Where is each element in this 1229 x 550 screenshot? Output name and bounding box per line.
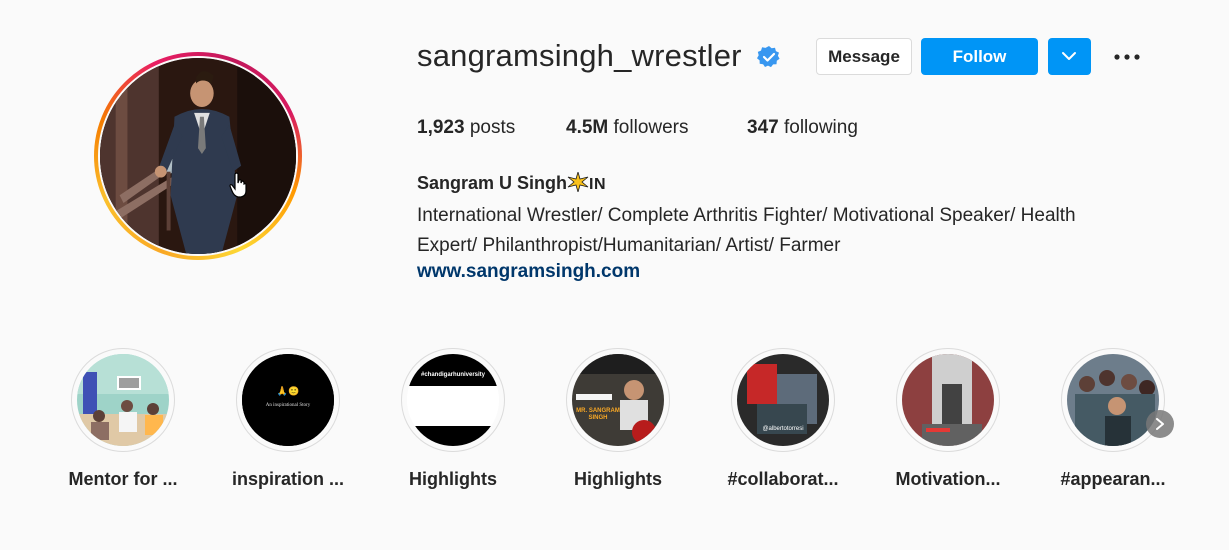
svg-text:🙏🙂: 🙏🙂 bbox=[277, 386, 299, 397]
highlights-next-button[interactable] bbox=[1146, 410, 1174, 438]
highlight-cover: @albertotorresi bbox=[737, 354, 829, 446]
profile-full-name: Sangram U Singh IN bbox=[417, 170, 607, 194]
message-button[interactable]: Message bbox=[816, 38, 912, 75]
highlight-cover-text: @albertotorresi bbox=[762, 426, 804, 432]
highlight-cover bbox=[77, 354, 169, 446]
bio-line: Expert/ Philanthropist/Humanitarian/ Art… bbox=[417, 235, 841, 256]
highlight-cover: #chandigarhuniversity bbox=[407, 354, 499, 446]
highlight-item[interactable]: Motivation... bbox=[882, 348, 1014, 490]
highlight-cover: MR. SANGRAM SINGH bbox=[572, 354, 664, 446]
gym-scene-image bbox=[902, 354, 994, 446]
talk-cover-image bbox=[572, 354, 664, 446]
hand-cursor-icon bbox=[229, 172, 247, 198]
follow-button[interactable]: Follow bbox=[921, 38, 1038, 75]
highlight-item[interactable]: Mentor for ... bbox=[57, 348, 189, 490]
highlight-label: inspiration ... bbox=[231, 469, 344, 489]
followers-label: followers bbox=[613, 117, 689, 138]
inspiration-cover-image: 🙏🙂 bbox=[242, 354, 334, 446]
highlight-item[interactable]: MR. SANGRAM SINGH Highlights bbox=[552, 348, 684, 490]
highlight-label: Highlights bbox=[409, 469, 497, 489]
highlight-ring: MR. SANGRAM SINGH bbox=[566, 348, 670, 452]
chevron-right-icon bbox=[1156, 418, 1164, 430]
highlight-label: #collaborat... bbox=[727, 469, 839, 489]
country-badge: IN bbox=[589, 176, 607, 193]
posts-value: 1,923 bbox=[417, 117, 465, 138]
crowd-scene-image bbox=[1067, 354, 1159, 446]
highlight-label: Mentor for ... bbox=[68, 469, 178, 489]
collaboration-cover-image bbox=[737, 354, 829, 446]
highlight-item[interactable]: 🙏🙂 An inspirational Story inspiration ..… bbox=[222, 348, 354, 490]
verified-badge-icon bbox=[757, 46, 780, 68]
profile-username: sangramsingh_wrestler bbox=[417, 38, 742, 73]
followers-link[interactable]: 4.5M followers bbox=[566, 117, 689, 139]
website-link[interactable]: www.sangramsingh.com bbox=[417, 261, 640, 283]
highlight-cover: 🙏🙂 An inspirational Story bbox=[242, 354, 334, 446]
following-label: following bbox=[783, 117, 858, 138]
text-cover-image bbox=[407, 354, 499, 446]
highlight-cover-text: MR. SANGRAM SINGH bbox=[576, 408, 620, 421]
suggested-accounts-dropdown-button[interactable] bbox=[1048, 38, 1091, 75]
avatar[interactable] bbox=[100, 58, 296, 254]
highlight-ring: 🙏🙂 An inspirational Story bbox=[236, 348, 340, 452]
sparkle-star-icon bbox=[567, 170, 589, 194]
office-scene-image bbox=[77, 354, 169, 446]
full-name-text: Sangram U Singh bbox=[417, 173, 568, 193]
highlight-ring: @albertotorresi bbox=[731, 348, 835, 452]
bio-line: International Wrestler/ Complete Arthrit… bbox=[417, 205, 1076, 226]
highlight-ring: #chandigarhuniversity bbox=[401, 348, 505, 452]
posts-count: 1,923 posts bbox=[417, 117, 515, 139]
avatar-photo bbox=[100, 58, 296, 254]
highlight-item[interactable]: #chandigarhuniversity Highlights bbox=[387, 348, 519, 490]
highlight-label: Highlights bbox=[574, 469, 662, 489]
highlight-cover bbox=[902, 354, 994, 446]
highlight-label: #appearan... bbox=[1060, 469, 1166, 489]
highlight-cover bbox=[1067, 354, 1159, 446]
followers-value: 4.5M bbox=[566, 117, 609, 138]
following-value: 347 bbox=[747, 117, 779, 138]
more-options-icon[interactable] bbox=[1111, 45, 1143, 69]
posts-label: posts bbox=[469, 117, 516, 138]
highlight-cover-text: An inspirational Story bbox=[265, 403, 311, 408]
profile-bio: International Wrestler/ Complete Arthrit… bbox=[417, 201, 1137, 261]
chevron-down-icon bbox=[1062, 52, 1076, 60]
highlight-ring bbox=[1061, 348, 1165, 452]
following-link[interactable]: 347 following bbox=[747, 117, 858, 139]
highlight-ring bbox=[71, 348, 175, 452]
profile-avatar-ring[interactable] bbox=[94, 52, 302, 260]
highlight-ring bbox=[896, 348, 1000, 452]
highlight-cover-text: #chandigarhuniversity bbox=[420, 372, 486, 378]
highlight-label: Motivation... bbox=[895, 469, 1001, 489]
highlight-item[interactable]: @albertotorresi #collaborat... bbox=[717, 348, 849, 490]
